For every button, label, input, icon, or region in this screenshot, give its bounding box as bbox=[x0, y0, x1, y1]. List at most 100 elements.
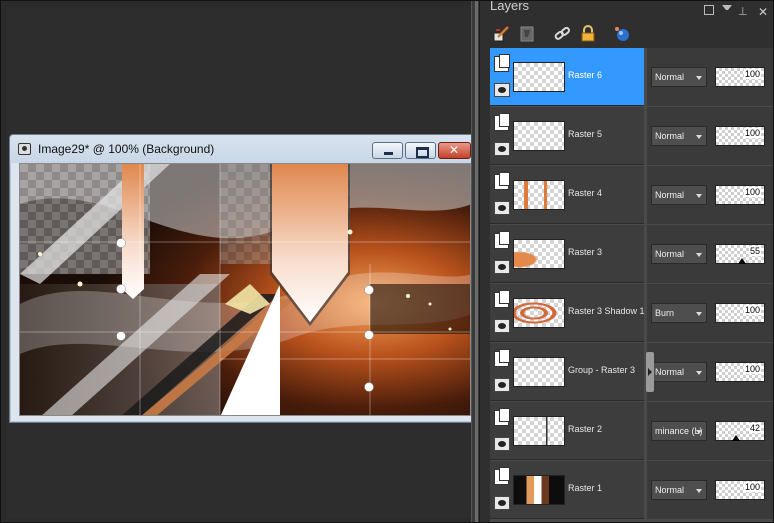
visibility-eye-icon[interactable] bbox=[494, 260, 510, 274]
layer-type-icon[interactable] bbox=[494, 467, 510, 485]
layer-icon-column bbox=[492, 345, 512, 399]
opacity-slider-marker[interactable] bbox=[738, 258, 746, 264]
canvas-artwork bbox=[20, 164, 470, 415]
float-panel-icon[interactable] bbox=[704, 5, 714, 15]
layer-row[interactable]: Raster 2 minance (L) 42 bbox=[490, 402, 773, 461]
mask-icon[interactable] bbox=[518, 25, 536, 43]
layer-type-icon[interactable] bbox=[494, 113, 510, 131]
layer-row-main[interactable]: Raster 6 bbox=[490, 48, 644, 106]
layer-row-main[interactable]: Raster 3 Shadow 1 bbox=[490, 284, 645, 342]
image-window[interactable]: Image29* @ 100% (Background) bbox=[9, 134, 476, 423]
layer-name: Raster 5 bbox=[568, 129, 603, 139]
visibility-eye-icon[interactable] bbox=[494, 496, 510, 510]
layer-properties: minance (L) 42 bbox=[647, 402, 773, 460]
layer-icon-column bbox=[492, 168, 512, 222]
opacity-slider[interactable]: 100 bbox=[715, 303, 765, 323]
opacity-value: 100 bbox=[743, 69, 761, 79]
link-icon[interactable] bbox=[553, 25, 571, 43]
opacity-slider[interactable]: 55 bbox=[715, 244, 765, 264]
blend-mode-dropdown[interactable]: Normal bbox=[651, 67, 707, 87]
blend-mode-dropdown[interactable]: Normal bbox=[651, 185, 707, 205]
layer-type-icon[interactable] bbox=[494, 349, 510, 367]
layer-thumbnail bbox=[513, 121, 565, 151]
layer-type-icon[interactable] bbox=[494, 290, 510, 308]
layer-icon-column bbox=[492, 227, 512, 281]
layer-type-icon[interactable] bbox=[494, 172, 510, 190]
layer-type-icon[interactable] bbox=[494, 54, 510, 72]
layer-type-icon[interactable] bbox=[494, 231, 510, 249]
image-window-titlebar[interactable]: Image29* @ 100% (Background) bbox=[10, 135, 475, 163]
layer-row[interactable]: Raster 3 Normal 55 bbox=[490, 225, 773, 284]
opacity-slider[interactable]: 42 bbox=[715, 421, 765, 441]
layer-name: Raster 4 bbox=[568, 188, 603, 198]
layer-thumbnail bbox=[513, 475, 565, 505]
minimize-button[interactable] bbox=[372, 142, 403, 159]
layer-properties: Normal 100 bbox=[647, 343, 773, 401]
blend-mode-dropdown[interactable]: Normal bbox=[651, 362, 707, 382]
layers-list: Raster 6 Normal 100 Raster 5 Normal 100 bbox=[490, 48, 773, 522]
layer-row-main[interactable]: Group - Raster 3 bbox=[490, 343, 644, 401]
layer-row[interactable]: Raster 3 Shadow 1 Burn 100 bbox=[490, 284, 773, 343]
layer-row-main[interactable]: Raster 5 bbox=[490, 107, 644, 165]
layer-properties: Normal 100 bbox=[647, 461, 773, 519]
layer-row-main[interactable]: Raster 2 bbox=[490, 402, 644, 460]
pin-icon[interactable]: ⊥ bbox=[738, 5, 748, 18]
camera-icon bbox=[18, 143, 31, 155]
panel-menu-chevron-icon[interactable] bbox=[722, 5, 732, 15]
visibility-eye-icon[interactable] bbox=[494, 378, 510, 392]
blend-mode-dropdown[interactable]: Burn bbox=[651, 303, 707, 323]
opacity-value: 42 bbox=[748, 423, 761, 433]
opacity-slider[interactable]: 100 bbox=[715, 67, 765, 87]
collapse-panel-handle[interactable] bbox=[646, 352, 654, 392]
blend-mode-dropdown[interactable]: Normal bbox=[651, 126, 707, 146]
layer-type-icon[interactable] bbox=[494, 408, 510, 426]
layer-row[interactable]: Raster 6 Normal 100 bbox=[490, 48, 773, 107]
paint-brush-icon[interactable] bbox=[492, 25, 510, 43]
opacity-slider[interactable]: 100 bbox=[715, 480, 765, 500]
opacity-value: 55 bbox=[748, 246, 761, 256]
opacity-slider-marker[interactable] bbox=[732, 435, 740, 441]
layer-icon-column bbox=[492, 50, 512, 104]
layers-toolbar bbox=[480, 19, 773, 49]
opacity-value: 100 bbox=[743, 305, 761, 315]
layer-row-main[interactable]: Raster 3 bbox=[490, 225, 644, 283]
layer-row[interactable]: Raster 1 Normal 100 bbox=[490, 461, 773, 520]
opacity-slider[interactable]: 100 bbox=[715, 362, 765, 382]
layers-panel-title: Layers bbox=[490, 0, 530, 13]
layer-properties: Normal 55 bbox=[647, 225, 773, 283]
panel-splitter[interactable] bbox=[471, 1, 480, 522]
sphere-icon[interactable] bbox=[613, 25, 631, 43]
layer-row[interactable]: Raster 5 Normal 100 bbox=[490, 107, 773, 166]
lock-icon[interactable] bbox=[579, 25, 597, 43]
layer-icon-column bbox=[492, 109, 512, 163]
opacity-value: 100 bbox=[743, 128, 761, 138]
layer-thumbnail bbox=[513, 180, 565, 210]
layer-properties: Burn 100 bbox=[647, 284, 773, 342]
blend-mode-dropdown[interactable]: Normal bbox=[651, 244, 707, 264]
visibility-eye-icon[interactable] bbox=[494, 201, 510, 215]
layer-row-main[interactable]: Raster 1 bbox=[490, 461, 644, 519]
layer-properties: Normal 100 bbox=[647, 107, 773, 165]
blend-mode-dropdown[interactable]: Normal bbox=[651, 480, 707, 500]
layer-icon-column bbox=[492, 404, 512, 458]
visibility-eye-icon[interactable] bbox=[494, 319, 510, 333]
layer-row[interactable]: Group - Raster 3 Normal 100 bbox=[490, 343, 773, 402]
layer-thumbnail bbox=[513, 298, 565, 328]
close-button[interactable] bbox=[438, 142, 471, 159]
layer-row-main[interactable]: Raster 4 bbox=[490, 166, 644, 224]
image-canvas[interactable] bbox=[19, 163, 471, 416]
layer-name: Raster 3 Shadow 1 bbox=[568, 306, 645, 316]
layer-properties: Normal 100 bbox=[647, 48, 773, 106]
layer-row[interactable]: Raster 4 Normal 100 bbox=[490, 166, 773, 225]
visibility-eye-icon[interactable] bbox=[494, 142, 510, 156]
opacity-slider[interactable]: 100 bbox=[715, 126, 765, 146]
close-panel-icon[interactable]: ✕ bbox=[758, 5, 768, 19]
maximize-button[interactable] bbox=[405, 142, 436, 159]
layer-name: Group - Raster 3 bbox=[568, 365, 636, 375]
visibility-eye-icon[interactable] bbox=[494, 437, 510, 451]
opacity-slider[interactable]: 100 bbox=[715, 185, 765, 205]
visibility-eye-icon[interactable] bbox=[494, 83, 510, 97]
blend-mode-dropdown[interactable]: minance (L) bbox=[651, 421, 707, 441]
layer-properties: Normal 100 bbox=[647, 166, 773, 224]
layer-icon-column bbox=[492, 286, 512, 340]
